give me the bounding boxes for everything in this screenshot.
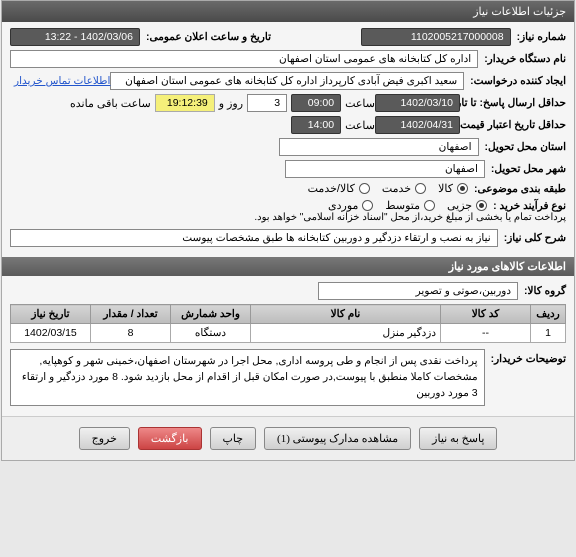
goods-group-label: گروه کالا:	[524, 285, 566, 297]
cat-goods-service-label: کالا/خدمت	[308, 182, 355, 195]
need-desc-label: شرح کلی نیاز:	[504, 232, 566, 244]
validity-date: 1402/04/31	[375, 116, 460, 134]
announce-label: تاریخ و ساعت اعلان عمومی:	[146, 31, 271, 43]
creator-value: سعید اکبری فیض آبادی کارپرداز اداره کل ک…	[110, 72, 464, 90]
radio-icon	[362, 200, 373, 211]
th-code: کد کالا	[441, 305, 531, 324]
request-details-window: جزئیات اطلاعات نیاز شماره نیاز: 11020052…	[1, 0, 575, 461]
payment-note: پرداخت تمام یا بخشی از مبلغ خرید،از محل …	[254, 212, 566, 223]
radio-icon	[415, 183, 426, 194]
province-value: اصفهان	[279, 138, 479, 156]
th-name: نام کالا	[251, 305, 441, 324]
days-label: روز و	[219, 97, 243, 110]
cell-date: 1402/03/15	[11, 324, 91, 343]
cell-code: --	[441, 324, 531, 343]
contact-link[interactable]: اطلاعات تماس خریدار	[14, 75, 110, 87]
buyer-org-value: اداره کل کتابخانه های عمومی استان اصفهان	[10, 50, 478, 68]
back-button[interactable]: بازگشت	[138, 427, 202, 450]
respond-button[interactable]: پاسخ به نیاز	[419, 427, 497, 450]
goods-group-value: دوربین،صوتی و تصویر	[318, 282, 518, 300]
city-value: اصفهان	[285, 160, 485, 178]
radio-icon	[476, 200, 487, 211]
cell-row: 1	[531, 324, 566, 343]
pt-moredi-label: موردی	[328, 199, 358, 212]
deadline-date: 1402/03/10	[375, 94, 460, 112]
cell-unit: دستگاه	[171, 324, 251, 343]
th-qty: تعداد / مقدار	[91, 305, 171, 324]
goods-table: ردیف کد کالا نام کالا واحد شمارش تعداد /…	[10, 304, 566, 343]
creator-label: ایجاد کننده درخواست:	[470, 75, 566, 87]
request-no-label: شماره نیاز:	[517, 31, 566, 43]
cat-service-label: خدمت	[382, 182, 411, 195]
cat-service-radio[interactable]: خدمت	[382, 182, 426, 195]
days-count: 3	[247, 94, 287, 112]
goods-header: اطلاعات کالاهای مورد نیاز	[2, 257, 574, 276]
table-row[interactable]: 1 -- دزدگیر منزل دستگاه 8 1402/03/15	[11, 324, 566, 343]
cat-goods-radio[interactable]: کالا	[438, 182, 468, 195]
time-label-2: ساعت	[345, 119, 375, 132]
cat-goods-label: کالا	[438, 182, 453, 195]
buyer-org-label: نام دستگاه خریدار:	[484, 53, 566, 65]
deadline-time: 09:00	[291, 94, 341, 112]
radio-icon	[457, 183, 468, 194]
need-desc-value: نیاز به نصب و ارتقاء دزدگیر و دوربین کتا…	[10, 229, 498, 247]
remain-label: ساعت باقی مانده	[70, 97, 151, 110]
cell-qty: 8	[91, 324, 171, 343]
window-title: جزئیات اطلاعات نیاز	[473, 6, 566, 18]
cell-name: دزدگیر منزل	[251, 324, 441, 343]
pt-medium-radio[interactable]: متوسط	[385, 199, 435, 212]
buyer-notes-value: پرداخت نقدی پس از انجام و طی پروسه اداری…	[10, 349, 485, 406]
buyer-notes-label: توضیحات خریدار:	[491, 349, 566, 365]
province-label: استان محل تحویل:	[485, 141, 566, 153]
validity-time: 14:00	[291, 116, 341, 134]
purchase-type-label: نوع فرآیند خرید :	[493, 200, 566, 212]
pt-moredi-radio[interactable]: موردی	[328, 199, 373, 212]
th-unit: واحد شمارش	[171, 305, 251, 324]
attachments-button[interactable]: مشاهده مدارک پیوستی (1)	[264, 427, 411, 450]
exit-button[interactable]: خروج	[79, 427, 130, 450]
footer-buttons: پاسخ به نیاز مشاهده مدارک پیوستی (1) چاپ…	[2, 416, 574, 460]
pt-medium-label: متوسط	[385, 199, 420, 212]
time-label-1: ساعت	[345, 97, 375, 110]
radio-icon	[424, 200, 435, 211]
announce-value: 1402/03/06 - 13:22	[10, 28, 140, 46]
request-no-value: 1102005217000008	[361, 28, 511, 46]
radio-icon	[359, 183, 370, 194]
deadline-label: حداقل ارسال پاسخ: تا تاریخ:	[466, 97, 566, 109]
title-bar: جزئیات اطلاعات نیاز	[2, 1, 574, 22]
pt-partial-label: جزیی	[447, 199, 472, 212]
main-form: شماره نیاز: 1102005217000008 تاریخ و ساع…	[2, 22, 574, 257]
subject-cat-label: طبقه بندی موضوعی:	[474, 183, 566, 195]
cat-goods-service-radio[interactable]: کالا/خدمت	[308, 182, 370, 195]
th-row: ردیف	[531, 305, 566, 324]
remain-time: 19:12:39	[155, 94, 215, 112]
city-label: شهر محل تحویل:	[491, 163, 566, 175]
pt-partial-radio[interactable]: جزیی	[447, 199, 487, 212]
validity-label: حداقل تاریخ اعتبار قیمت: تا تاریخ:	[466, 119, 566, 131]
print-button[interactable]: چاپ	[210, 427, 257, 450]
th-date: تاریخ نیاز	[11, 305, 91, 324]
